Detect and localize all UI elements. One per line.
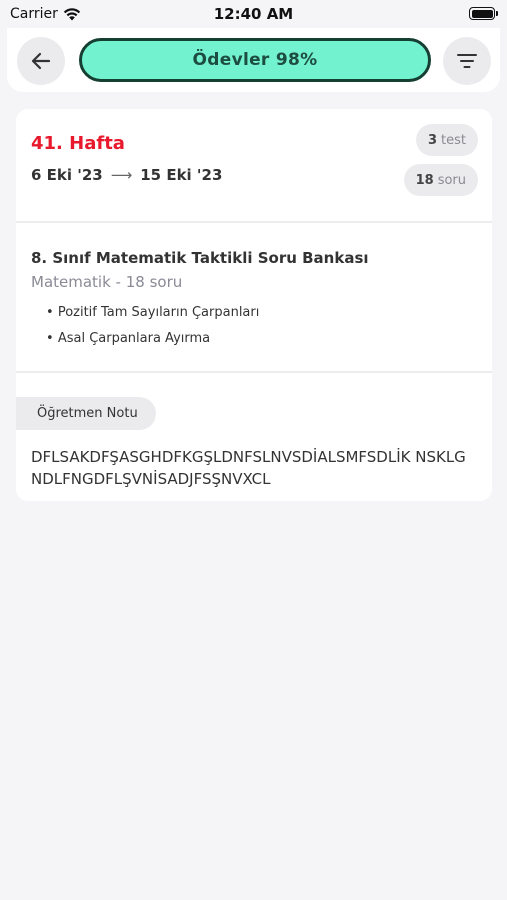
question-count-badge: 18 soru [403, 164, 478, 196]
topic-list: Pozitif Tam Sayıların Çarpanları Asal Ça… [46, 305, 260, 357]
filter-button[interactable] [443, 37, 491, 85]
question-label: soru [437, 172, 466, 188]
homework-progress-label: Ödevler 98% [192, 50, 318, 70]
subject-info: Matematik - 18 soru [31, 273, 183, 291]
date-range: 6 Eki '23 ⟶ 15 Eki '23 [31, 166, 222, 184]
end-date: 15 Eki '23 [140, 166, 223, 184]
back-button[interactable] [17, 37, 65, 85]
arrow-right-icon: ⟶ [110, 166, 133, 184]
status-bar: Carrier 12:40 AM [0, 0, 507, 28]
homework-progress-button[interactable]: Ödevler 98% [79, 38, 431, 82]
week-section: 41. Hafta 6 Eki '23 ⟶ 15 Eki '23 3 test … [16, 109, 492, 221]
assignment-card[interactable]: 41. Hafta 6 Eki '23 ⟶ 15 Eki '23 3 test … [16, 109, 492, 501]
battery-icon [469, 7, 498, 20]
book-section: 8. Sınıf Matematik Taktikli Soru Bankası… [16, 223, 492, 371]
teacher-note-label: Öğretmen Notu [16, 397, 156, 430]
topic-item: Pozitif Tam Sayıların Çarpanları [46, 305, 260, 320]
week-title: 41. Hafta [31, 133, 125, 154]
question-count: 18 [415, 172, 434, 188]
book-title: 8. Sınıf Matematik Taktikli Soru Bankası [31, 249, 369, 267]
topic-item: Asal Çarpanlara Ayırma [46, 331, 259, 346]
teacher-note-text: DFLSAKDFŞASGHDFKGŞLDNFSLNVSDİALSMFSDLİK … [31, 448, 466, 488]
clock: 12:40 AM [213, 5, 294, 23]
teacher-note-section: Öğretmen Notu DFLSAKDFŞASGHDFKGŞLDNFSLNV… [16, 373, 492, 501]
test-count-badge: 3 test [415, 124, 478, 156]
test-label: test [441, 132, 466, 148]
test-count: 3 [427, 132, 438, 148]
filter-icon [457, 54, 477, 68]
start-date: 6 Eki '23 [31, 166, 103, 184]
top-navigation-bar: Ödevler 98% [7, 28, 500, 92]
arrow-left-icon [31, 52, 51, 70]
